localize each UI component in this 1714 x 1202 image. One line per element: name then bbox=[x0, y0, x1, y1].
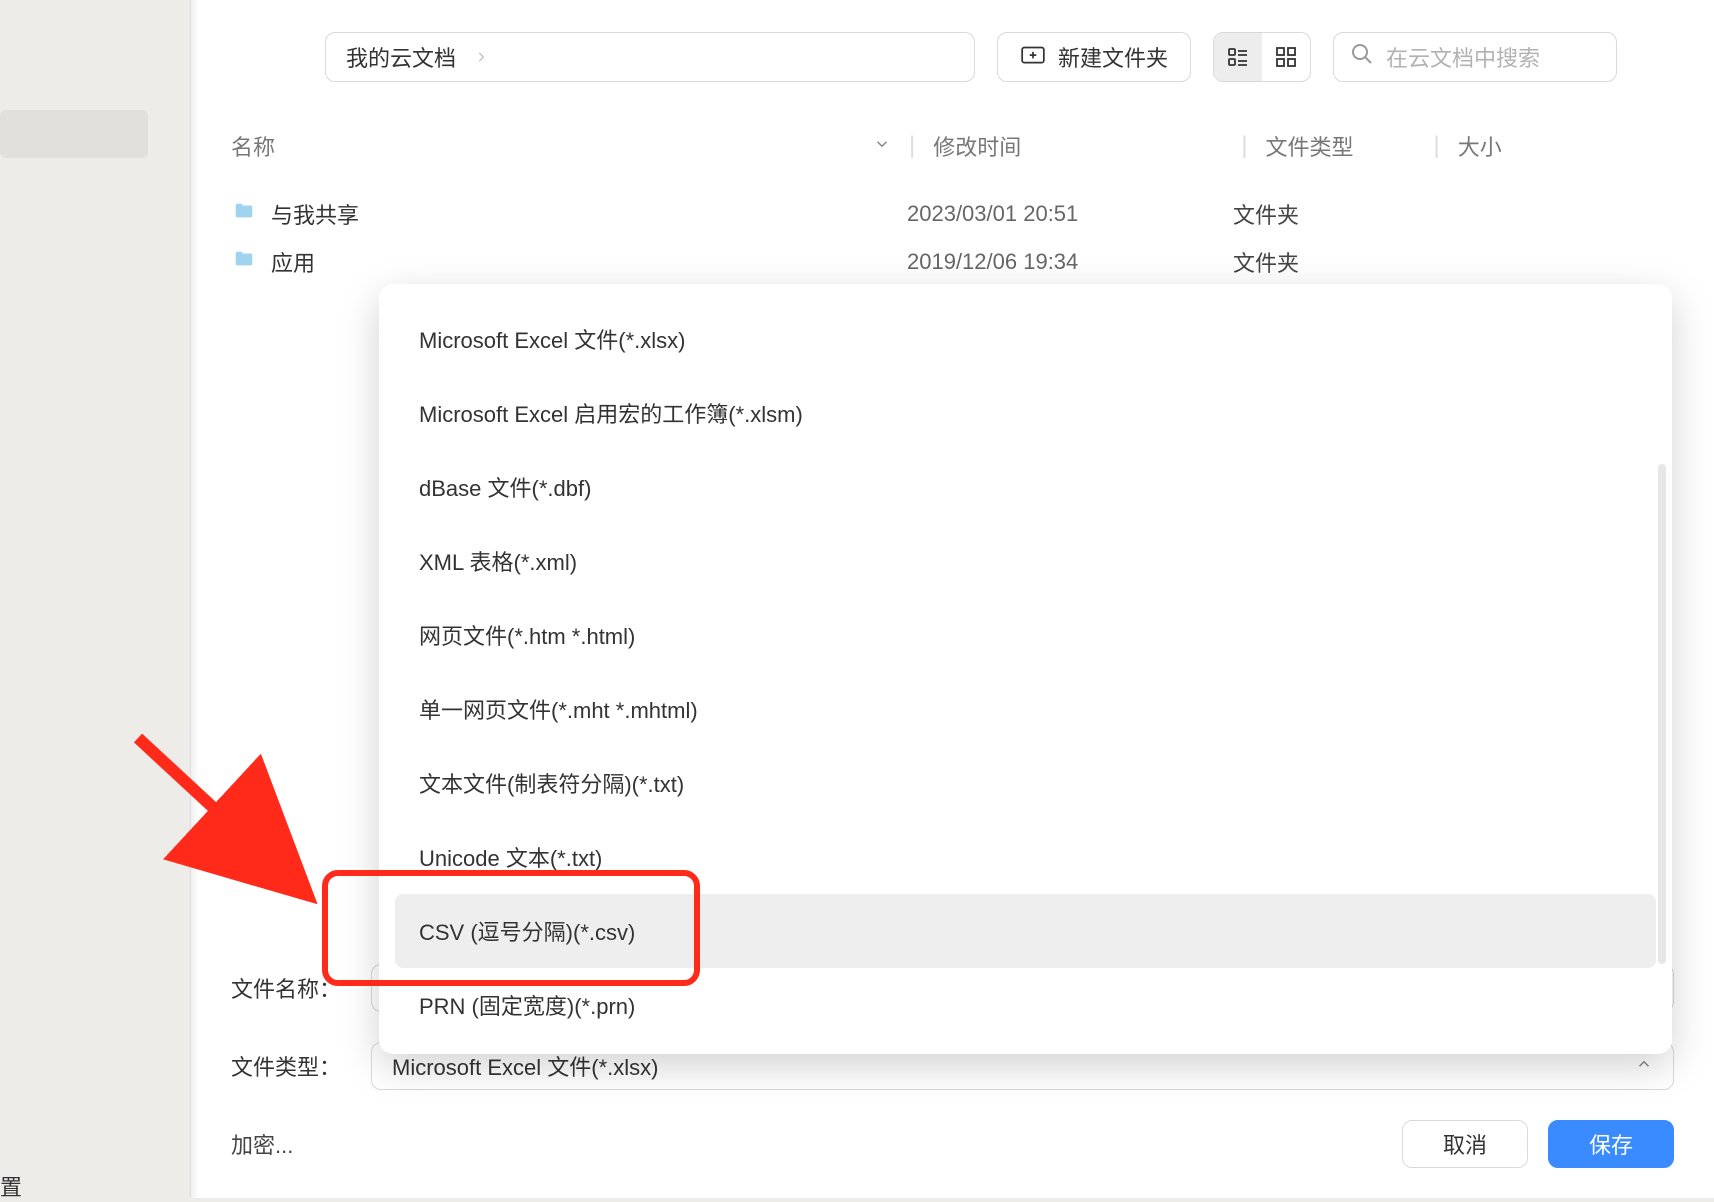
col-type[interactable]: 文件类型 bbox=[1265, 130, 1415, 162]
dialog-toolbar: 我的云文档 新建文件夹 在云文档中搜索 bbox=[191, 30, 1714, 84]
filename-label: 文件名称： bbox=[231, 972, 371, 1004]
search-icon bbox=[1350, 42, 1374, 72]
sidebar-item-active[interactable] bbox=[0, 110, 148, 158]
filetype-value: Microsoft Excel 文件(*.xlsx) bbox=[392, 1050, 658, 1082]
filetype-option[interactable]: CSV (逗号分隔)(*.csv) bbox=[395, 894, 1656, 968]
file-row[interactable]: 与我共享 2023/03/01 20:51 文件夹 bbox=[231, 190, 1674, 238]
encrypt-button[interactable]: 加密... bbox=[231, 1128, 293, 1160]
filetype-option[interactable]: XML 表格(*.xml) bbox=[395, 524, 1656, 598]
chevron-right-icon bbox=[474, 44, 488, 70]
file-modified: 2019/12/06 19:34 bbox=[907, 249, 1233, 275]
sidebar-bottom-label: 置 bbox=[0, 1170, 22, 1202]
filetype-option[interactable]: 网页文件(*.htm *.html) bbox=[395, 598, 1656, 672]
file-row[interactable]: 应用 2019/12/06 19:34 文件夹 bbox=[231, 238, 1674, 286]
filetype-option[interactable]: Microsoft Excel 启用宏的工作簿(*.xlsm) bbox=[395, 376, 1656, 450]
save-button[interactable]: 保存 bbox=[1548, 1120, 1674, 1168]
filetype-option[interactable]: 单一网页文件(*.mht *.mhtml) bbox=[395, 672, 1656, 746]
file-modified: 2023/03/01 20:51 bbox=[907, 201, 1233, 227]
view-toggle[interactable] bbox=[1213, 32, 1311, 82]
view-list-icon[interactable] bbox=[1214, 33, 1262, 81]
search-input[interactable]: 在云文档中搜索 bbox=[1333, 32, 1617, 82]
file-type: 文件夹 bbox=[1233, 198, 1413, 230]
col-size[interactable]: 大小 bbox=[1458, 130, 1502, 162]
sort-indicator-icon bbox=[873, 133, 891, 159]
app-sidebar: 置 bbox=[0, 0, 190, 1198]
filetype-label: 文件类型： bbox=[231, 1050, 371, 1082]
column-headers: 名称 | 修改时间 | 文件类型 | 大小 bbox=[231, 126, 1674, 166]
cancel-button[interactable]: 取消 bbox=[1402, 1120, 1528, 1168]
search-placeholder: 在云文档中搜索 bbox=[1386, 41, 1540, 73]
col-modified[interactable]: 修改时间 bbox=[933, 130, 1223, 162]
filetype-option[interactable]: Microsoft Excel 文件(*.xlsx) bbox=[395, 302, 1656, 376]
folder-icon bbox=[231, 200, 257, 228]
file-name: 与我共享 bbox=[271, 198, 907, 230]
breadcrumb[interactable]: 我的云文档 bbox=[325, 32, 975, 82]
file-name: 应用 bbox=[271, 246, 907, 278]
filetype-option[interactable]: PRN (固定宽度)(*.prn) bbox=[395, 968, 1656, 1042]
file-list: 与我共享 2023/03/01 20:51 文件夹 应用 2019/12/06 … bbox=[231, 190, 1674, 286]
file-type: 文件夹 bbox=[1233, 246, 1413, 278]
col-name[interactable]: 名称 bbox=[231, 130, 891, 162]
filetype-option[interactable]: Unicode 文本(*.txt) bbox=[395, 820, 1656, 894]
col-name-label: 名称 bbox=[231, 130, 275, 162]
filetype-dropdown: Microsoft Excel 文件(*.xlsx)Microsoft Exce… bbox=[379, 284, 1672, 1054]
folder-icon bbox=[231, 248, 257, 276]
filetype-option[interactable]: dBase 文件(*.dbf) bbox=[395, 450, 1656, 524]
scrollbar-thumb[interactable] bbox=[1658, 464, 1666, 964]
new-folder-icon bbox=[1020, 41, 1046, 73]
chevron-up-icon bbox=[1635, 1053, 1653, 1079]
new-folder-button[interactable]: 新建文件夹 bbox=[997, 32, 1191, 82]
breadcrumb-item[interactable]: 我的云文档 bbox=[346, 41, 456, 73]
view-grid-icon[interactable] bbox=[1262, 33, 1310, 81]
filetype-option[interactable]: 文本文件(制表符分隔)(*.txt) bbox=[395, 746, 1656, 820]
new-folder-label: 新建文件夹 bbox=[1058, 41, 1168, 73]
